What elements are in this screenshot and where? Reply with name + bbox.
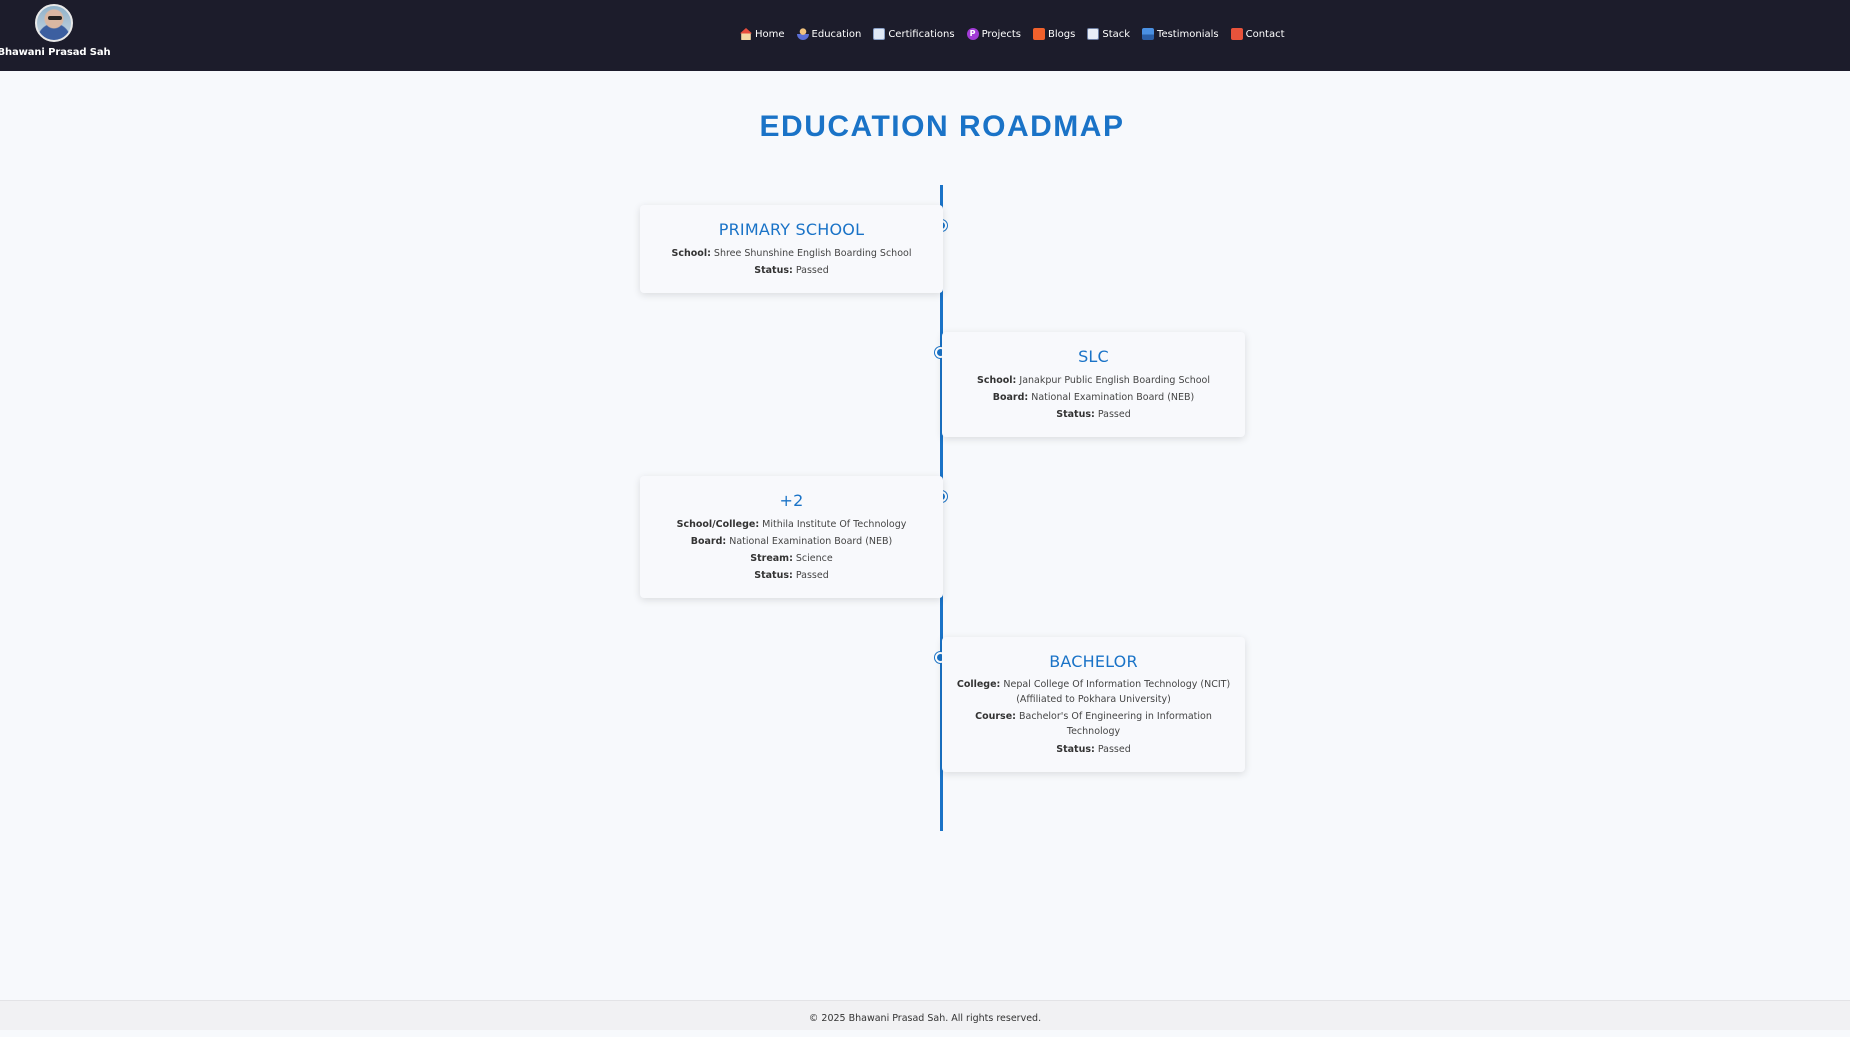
nav-education[interactable]: Education	[796, 28, 862, 40]
testimonials-icon	[1142, 28, 1155, 40]
contact-icon	[1230, 28, 1243, 40]
nav-home[interactable]: Home	[740, 28, 785, 40]
education-card-slc: SLC School: Janakpur Public English Boar…	[942, 332, 1245, 437]
card-title: SLC	[1078, 347, 1109, 366]
education-card-primary: PRIMARY SCHOOL School: Shree Shunshine E…	[640, 205, 943, 293]
card-detail: Board: National Examination Board (NEB)	[690, 536, 893, 547]
card-detail: School/College: Mithila Institute Of Tec…	[676, 519, 907, 530]
brand[interactable]: Bhawani Prasad Sah	[0, 4, 111, 58]
card-title: PRIMARY SCHOOL	[718, 220, 865, 239]
card-detail: Board: National Examination Board (NEB)	[992, 392, 1195, 403]
nav-certifications[interactable]: Certifications	[873, 28, 955, 40]
nav-label: Education	[811, 28, 862, 40]
nav-label: Testimonials	[1157, 28, 1219, 40]
education-card-bachelor: BACHELOR College: Nepal College Of Infor…	[942, 637, 1245, 772]
nav-label: Projects	[981, 28, 1022, 40]
home-icon	[740, 28, 752, 40]
education-icon	[796, 28, 809, 40]
card-detail: College: Nepal College Of Information Te…	[956, 679, 1231, 705]
blogs-icon	[1033, 28, 1046, 40]
card-detail: Status: Passed	[1056, 409, 1131, 420]
nav-label: Contact	[1245, 28, 1285, 40]
nav-blogs[interactable]: Blogs	[1033, 28, 1075, 40]
nav-label: Stack	[1102, 28, 1131, 40]
card-detail: Course: Bachelor's Of Engineering in Inf…	[975, 711, 1212, 737]
nav-testimonials[interactable]: Testimonials	[1142, 28, 1219, 40]
card-detail: Status: Passed	[754, 265, 829, 276]
nav-label: Blogs	[1048, 28, 1076, 40]
nav-stack[interactable]: Stack	[1087, 28, 1130, 40]
main-nav: Home Education Certifications P Projects…	[740, 25, 1297, 43]
card-title: +2	[779, 491, 804, 510]
nav-contact[interactable]: Contact	[1230, 28, 1285, 40]
card-detail: Status: Passed	[1056, 744, 1131, 755]
card-detail: School: Janakpur Public English Boarding…	[977, 375, 1210, 386]
education-card-plus-two: +2 School/College: Mithila Institute Of …	[640, 476, 943, 598]
stack-icon	[1087, 28, 1100, 40]
copyright-text: © 2025 Bhawani Prasad Sah. All rights re…	[808, 1013, 1042, 1024]
card-detail: School: Shree Shunshine English Boarding…	[671, 248, 912, 259]
card-detail: Stream: Science	[750, 553, 833, 564]
nav-projects[interactable]: P Projects	[966, 28, 1022, 40]
footer: © 2025 Bhawani Prasad Sah. All rights re…	[0, 1000, 1850, 1030]
card-title: BACHELOR	[1049, 652, 1138, 671]
projects-icon: P	[966, 28, 979, 40]
nav-label: Certifications	[888, 28, 955, 40]
card-detail: Status: Passed	[754, 570, 829, 581]
certificate-icon	[873, 28, 886, 40]
brand-name: Bhawani Prasad Sah	[0, 47, 111, 58]
top-navbar: Bhawani Prasad Sah Home Education Certif…	[0, 0, 1850, 71]
profile-avatar[interactable]	[35, 4, 73, 42]
page-title: EDUCATION ROADMAP	[759, 110, 1125, 143]
nav-label: Home	[755, 28, 785, 40]
